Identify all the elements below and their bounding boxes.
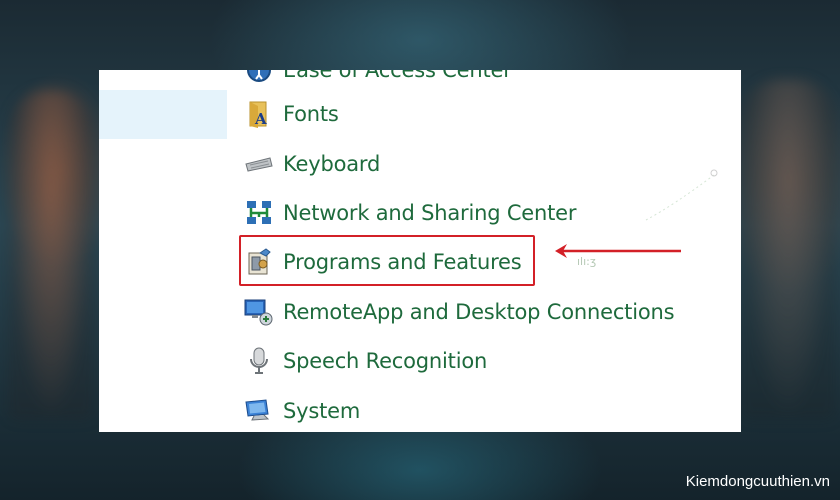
background-figure-left [8, 90, 94, 420]
item-label: Speech Recognition [283, 349, 488, 373]
left-pane-selected-item[interactable] [99, 90, 227, 139]
item-speech-recognition[interactable]: Speech Recognition [244, 343, 714, 379]
faint-annotation-marks [645, 169, 718, 221]
item-label: Keyboard [283, 152, 381, 176]
annotation-highlight-box [239, 235, 535, 286]
microphone-icon [244, 346, 274, 376]
keyboard-icon [244, 149, 274, 179]
annotation-scribble: ılı:ʒ [577, 255, 597, 268]
ease-of-access-icon [244, 70, 274, 85]
svg-text:A: A [254, 110, 267, 128]
item-ease-of-access[interactable]: Ease of Access Center [244, 70, 714, 88]
item-label: Network and Sharing Center [283, 201, 577, 225]
control-panel-window: Ease of Access Center A Fonts Keyboard N… [99, 70, 741, 432]
item-remoteapp[interactable]: RemoteApp and Desktop Connections [244, 294, 714, 330]
network-icon [244, 198, 274, 228]
annotation-arrow-icon [555, 244, 681, 258]
item-label: Fonts [283, 102, 339, 126]
background-figure-right [740, 80, 836, 420]
watermark: Kiemdongcuuthien.vn [685, 473, 830, 490]
remoteapp-icon [244, 297, 274, 327]
item-label: System [283, 399, 361, 423]
system-monitor-icon [244, 396, 274, 426]
item-fonts[interactable]: A Fonts [244, 96, 714, 132]
item-system[interactable]: System [244, 393, 714, 429]
fonts-folder-icon: A [244, 99, 274, 129]
item-label: Ease of Access Center [283, 70, 512, 82]
item-label: RemoteApp and Desktop Connections [283, 300, 675, 324]
